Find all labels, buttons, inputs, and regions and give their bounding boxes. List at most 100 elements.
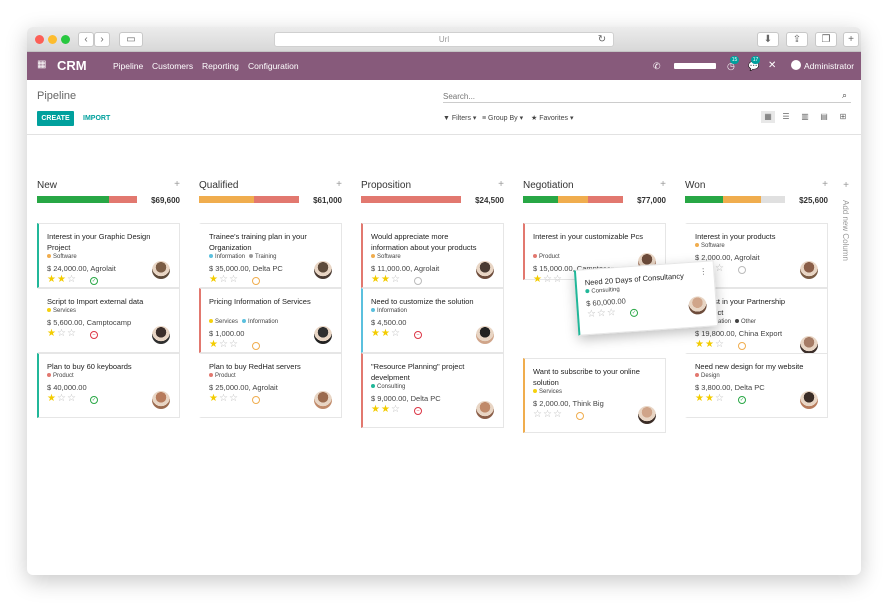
star-empty-icon[interactable]: ☆	[543, 409, 553, 420]
priority-stars[interactable]: ★☆☆	[209, 339, 239, 350]
favorites-dropdown[interactable]: ★ Favorites ▾	[531, 114, 574, 122]
star-empty-icon[interactable]: ☆	[715, 393, 725, 404]
star-filled-icon[interactable]: ★	[381, 274, 391, 285]
star-filled-icon[interactable]: ★	[381, 328, 391, 339]
star-filled-icon[interactable]: ★	[209, 274, 219, 285]
progress-segment[interactable]	[588, 196, 623, 203]
star-empty-icon[interactable]: ☆	[715, 339, 725, 350]
kanban-card[interactable]: Need new design for my website Design $ 3,…	[685, 353, 828, 418]
kanban-card[interactable]: Plan to buy 60 keyboards Product $ 40,000.…	[37, 353, 180, 418]
priority-stars[interactable]: ☆☆☆	[587, 307, 618, 320]
star-filled-icon[interactable]: ★	[695, 393, 705, 404]
avatar[interactable]	[800, 391, 818, 409]
quick-create-plus-icon[interactable]: +	[660, 179, 666, 190]
kanban-card[interactable]: Need to customize the solution Informatio…	[361, 288, 504, 353]
priority-stars[interactable]: ★★☆	[47, 274, 77, 285]
star-filled-icon[interactable]: ★	[47, 393, 57, 404]
avatar[interactable]	[476, 401, 494, 419]
minimize-window-button[interactable]	[48, 35, 57, 44]
user-avatar-icon[interactable]	[791, 60, 801, 70]
kanban-card[interactable]: Interest in your Graphic Design Project S…	[37, 223, 180, 288]
star-empty-icon[interactable]: ☆	[391, 404, 401, 415]
menu-customers[interactable]: Customers	[152, 61, 193, 71]
status-circle-icon[interactable]: ✓	[90, 396, 98, 404]
group-by-dropdown[interactable]: ≡ Group By ▾	[482, 114, 523, 122]
star-filled-icon[interactable]: ★	[705, 339, 715, 350]
priority-stars[interactable]: ★☆☆	[47, 328, 77, 339]
status-circle-icon[interactable]	[738, 342, 746, 350]
menu-pipeline[interactable]: Pipeline	[113, 61, 143, 71]
kanban-card[interactable]: "Resource Planning" project develpment Co…	[361, 353, 504, 428]
star-filled-icon[interactable]: ★	[371, 328, 381, 339]
kanban-card[interactable]: Pricing Information of Services Services I…	[199, 288, 342, 353]
search-icon[interactable]: ⌕	[842, 90, 847, 101]
avatar[interactable]	[638, 406, 656, 424]
column-title[interactable]: Won	[685, 180, 705, 191]
star-filled-icon[interactable]: ★	[47, 274, 57, 285]
star-empty-icon[interactable]: ☆	[715, 263, 725, 274]
quick-create-plus-icon[interactable]: +	[822, 179, 828, 190]
status-circle-icon[interactable]	[252, 342, 260, 350]
priority-stars[interactable]: ★☆☆	[209, 393, 239, 404]
star-filled-icon[interactable]: ★	[47, 328, 57, 339]
kanban-card[interactable]: Would appreciate more information about …	[361, 223, 504, 288]
tabs-icon[interactable]: ❐	[815, 32, 837, 47]
kanban-card[interactable]: Trainee's training plan in your Organiza…	[199, 223, 342, 288]
star-filled-icon[interactable]: ★	[533, 274, 543, 285]
menu-reporting[interactable]: Reporting	[202, 61, 239, 71]
progress-segment[interactable]	[199, 196, 254, 203]
avatar[interactable]	[476, 326, 494, 344]
close-window-button[interactable]	[35, 35, 44, 44]
star-filled-icon[interactable]: ★	[371, 274, 381, 285]
status-circle-icon[interactable]	[738, 266, 746, 274]
avatar[interactable]	[152, 326, 170, 344]
star-filled-icon[interactable]: ★	[705, 393, 715, 404]
star-empty-icon[interactable]: ☆	[607, 307, 618, 319]
status-circle-icon[interactable]: –	[414, 331, 422, 339]
user-menu[interactable]: Administrator	[804, 61, 854, 71]
column-progress-bar[interactable]	[523, 196, 623, 203]
avatar[interactable]	[688, 295, 708, 316]
star-empty-icon[interactable]: ☆	[67, 393, 77, 404]
phone-icon[interactable]: ✆	[653, 61, 661, 72]
avatar[interactable]	[314, 261, 332, 279]
maximize-window-button[interactable]	[61, 35, 70, 44]
graph-view-icon[interactable]: ▥	[798, 111, 812, 123]
avatar[interactable]	[152, 391, 170, 409]
column-title[interactable]: Proposition	[361, 180, 411, 191]
priority-stars[interactable]: ★★☆	[371, 328, 401, 339]
new-tab-icon[interactable]: +	[843, 32, 859, 47]
star-empty-icon[interactable]: ☆	[229, 393, 239, 404]
priority-stars[interactable]: ★★☆	[695, 339, 725, 350]
avatar[interactable]	[800, 261, 818, 279]
progress-segment[interactable]	[558, 196, 588, 203]
priority-stars[interactable]: ★☆☆	[47, 393, 77, 404]
progress-segment[interactable]	[523, 196, 558, 203]
column-progress-bar[interactable]	[361, 196, 461, 203]
app-brand[interactable]: CRM	[57, 58, 87, 73]
kanban-view-icon[interactable]: ▦	[761, 111, 775, 123]
progress-segment[interactable]	[37, 196, 109, 203]
add-column[interactable]: + Add new Column	[839, 180, 853, 261]
priority-stars[interactable]: ★★☆	[695, 393, 725, 404]
share-icon[interactable]: ⇪	[786, 32, 808, 47]
status-circle-icon[interactable]: ✓	[90, 277, 98, 285]
kanban-card[interactable]: Need 20 Days of Consultancy Consulting $ 6…	[573, 260, 719, 336]
column-progress-bar[interactable]	[685, 196, 785, 203]
calendar-view-icon[interactable]: ▤	[817, 111, 831, 123]
column-title[interactable]: New	[37, 180, 57, 191]
pivot-view-icon[interactable]: ⊞	[836, 111, 850, 123]
star-empty-icon[interactable]: ☆	[219, 339, 229, 350]
apps-grid-icon[interactable]: ▦	[37, 60, 47, 70]
status-circle-icon[interactable]: –	[90, 331, 98, 339]
status-circle-icon[interactable]: ✓	[738, 396, 746, 404]
avatar[interactable]	[800, 336, 818, 354]
column-progress-bar[interactable]	[199, 196, 299, 203]
priority-stars[interactable]: ★★☆	[371, 404, 401, 415]
avatar[interactable]	[476, 261, 494, 279]
status-circle-icon[interactable]	[252, 396, 260, 404]
avatar[interactable]	[152, 261, 170, 279]
reload-icon[interactable]: ↻	[594, 32, 610, 47]
star-empty-icon[interactable]: ☆	[391, 328, 401, 339]
column-title[interactable]: Qualified	[199, 180, 238, 191]
